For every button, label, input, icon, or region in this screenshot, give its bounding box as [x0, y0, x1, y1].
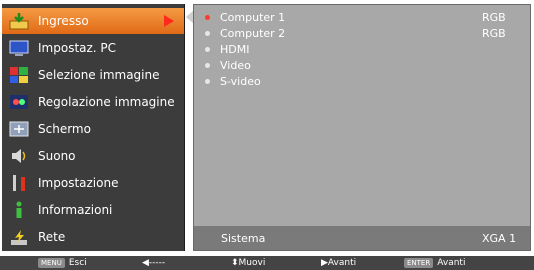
menu-item-label: Impostaz. PC — [38, 41, 117, 55]
source-name: Computer 2 — [220, 26, 286, 40]
menu-item-impostazione[interactable]: Impostazione — [2, 170, 184, 196]
help-move-label: ⬍Muovi — [231, 258, 266, 268]
source-name: HDMI — [220, 42, 250, 56]
source-item-hdmi[interactable]: HDMI — [194, 41, 530, 57]
bullet-icon — [205, 46, 210, 52]
source-name: Computer 1 — [220, 10, 286, 24]
projector-menu: Ingresso Impostaz. PC Selezione immagine… — [0, 0, 534, 256]
screen-icon — [8, 119, 30, 139]
enter-key-icon: ENTER — [404, 258, 434, 268]
help-back: ◀----- — [142, 256, 165, 270]
help-enter-label: Avanti — [437, 258, 466, 268]
bullet-icon — [205, 78, 210, 84]
selected-arrow-icon — [164, 15, 174, 27]
menu-item-label: Selezione immagine — [38, 68, 160, 82]
input-source-panel: Computer 1 RGB Computer 2 RGB HDMI Video… — [193, 4, 531, 251]
input-icon — [8, 11, 30, 31]
source-item-s-video[interactable]: S-video — [194, 73, 530, 89]
pc-adjust-icon — [8, 38, 30, 58]
source-signal: RGB — [482, 26, 506, 40]
source-item-computer-1[interactable]: Computer 1 RGB — [194, 9, 530, 25]
menu-item-label: Suono — [38, 149, 76, 163]
image-adjust-icon — [8, 92, 30, 112]
menu-item-label: Schermo — [38, 122, 91, 136]
menu-key-icon: MENU — [38, 258, 65, 268]
menu-item-schermo[interactable]: Schermo — [2, 116, 184, 142]
menu-item-suono[interactable]: Suono — [2, 143, 184, 169]
menu-item-label: Regolazione immagine — [38, 95, 175, 109]
bullet-icon — [205, 62, 210, 68]
network-icon — [8, 227, 30, 247]
menu-item-selezione-immagine[interactable]: Selezione immagine — [2, 62, 184, 88]
system-value: XGA 1 — [482, 231, 517, 245]
system-label: Sistema — [221, 231, 266, 245]
menu-item-label: Rete — [38, 230, 66, 244]
setting-icon — [8, 173, 30, 193]
source-name: S-video — [220, 74, 261, 88]
menu-item-ingresso[interactable]: Ingresso — [2, 8, 184, 34]
selected-bullet-icon — [205, 14, 210, 20]
system-row: Sistema XGA 1 — [194, 226, 530, 250]
menu-item-informazioni[interactable]: Informazioni — [2, 197, 184, 223]
help-bar: MENU Esci ◀----- ⬍Muovi ▶Avanti ENTER Av… — [0, 256, 534, 270]
source-name: Video — [220, 58, 251, 72]
help-next-label: ▶Avanti — [321, 258, 357, 268]
help-exit-label: Esci — [68, 258, 87, 268]
help-move: ⬍Muovi — [231, 256, 265, 270]
menu-item-rete[interactable]: Rete — [2, 224, 184, 250]
help-back-label: ◀----- — [142, 258, 166, 268]
menu-item-impostaz-pc[interactable]: Impostaz. PC — [2, 35, 184, 61]
help-exit: MENU Esci — [38, 256, 87, 270]
help-next: ▶Avanti — [321, 256, 356, 270]
menu-item-label: Informazioni — [38, 203, 113, 217]
information-icon — [8, 200, 30, 220]
bullet-icon — [205, 30, 210, 36]
sound-icon — [8, 146, 30, 166]
menu-item-regolazione-immagine[interactable]: Regolazione immagine — [2, 89, 184, 115]
menu-item-label: Ingresso — [38, 14, 89, 28]
main-menu: Ingresso Impostaz. PC Selezione immagine… — [2, 4, 185, 251]
menu-item-label: Impostazione — [38, 176, 119, 190]
source-item-computer-2[interactable]: Computer 2 RGB — [194, 25, 530, 41]
source-item-video[interactable]: Video — [194, 57, 530, 73]
help-enter: ENTER Avanti — [404, 256, 465, 270]
image-select-icon — [8, 65, 30, 85]
source-signal: RGB — [482, 10, 506, 24]
